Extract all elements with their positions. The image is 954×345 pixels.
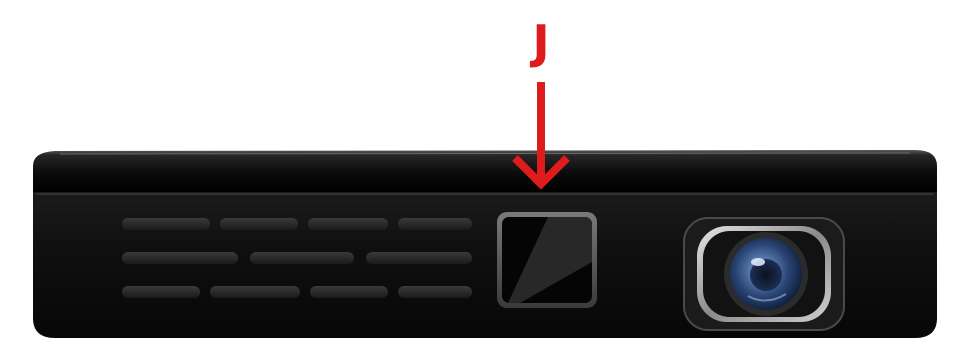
- lens-highlight: [751, 258, 765, 266]
- lens-assembly: [683, 217, 845, 331]
- callout-label: J: [529, 15, 549, 69]
- vent-slot: [210, 286, 300, 298]
- projector-diagram: J: [33, 15, 937, 338]
- vent-slot: [122, 286, 200, 298]
- vent-slot: [122, 218, 210, 230]
- vent-slot: [308, 218, 388, 230]
- vent-slot: [250, 252, 354, 264]
- vent-slot: [310, 286, 388, 298]
- sensor-window: [497, 212, 597, 308]
- vent-slot: [398, 286, 472, 298]
- projector-top-cover: [33, 150, 937, 192]
- vent-slot: [220, 218, 298, 230]
- vent-slot: [398, 218, 472, 230]
- vent-slot: [122, 252, 238, 264]
- vent-slot: [366, 252, 472, 264]
